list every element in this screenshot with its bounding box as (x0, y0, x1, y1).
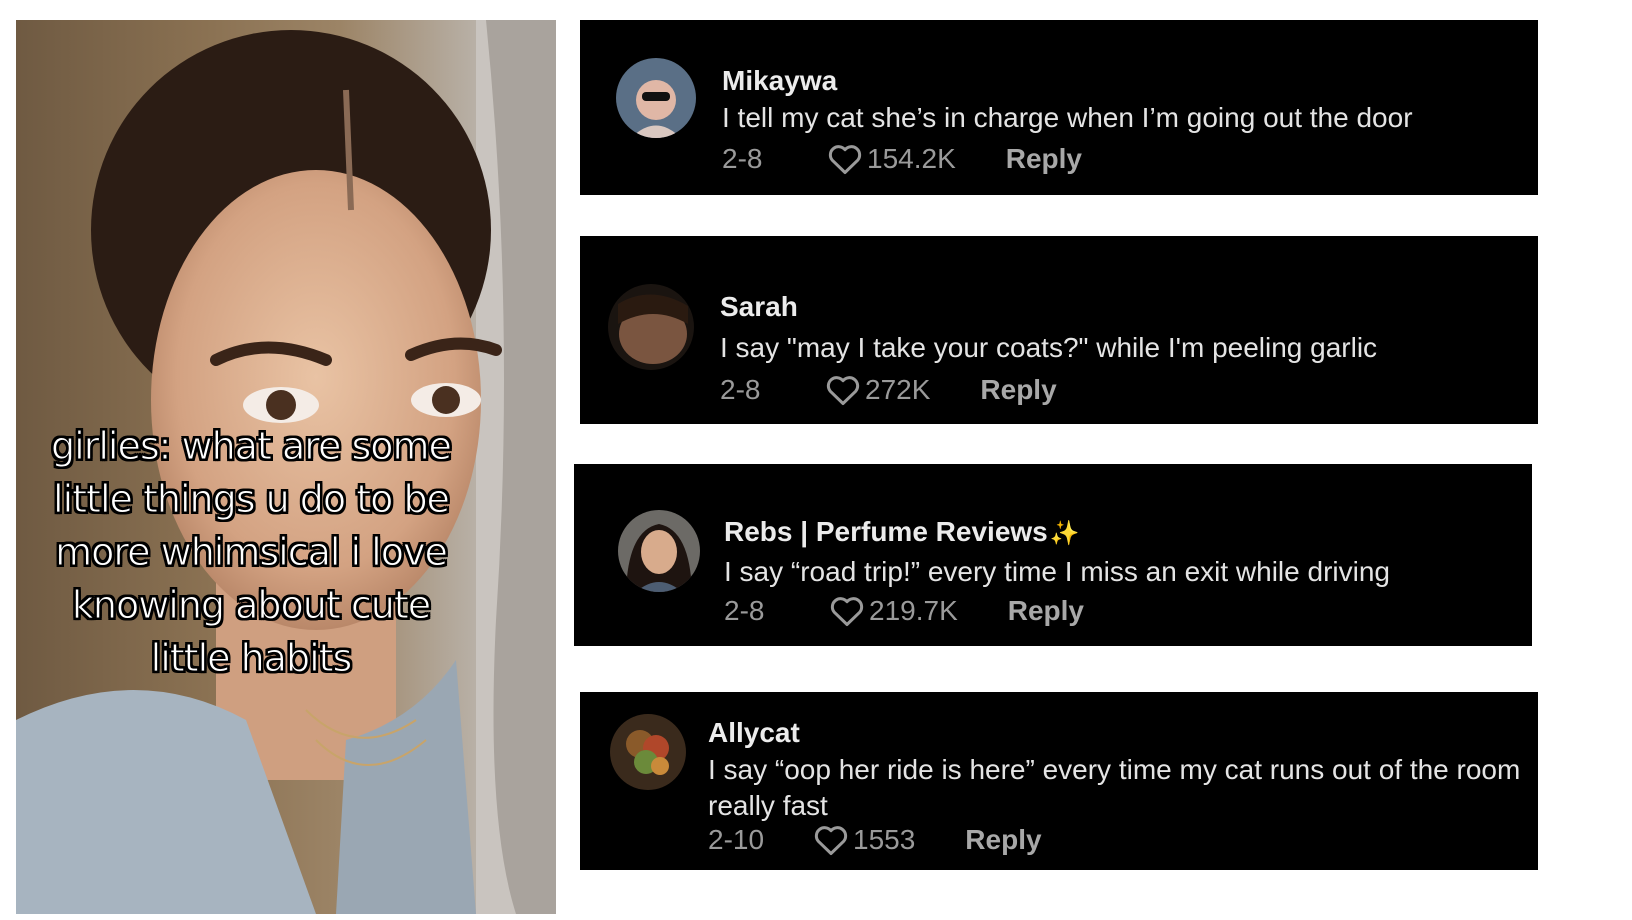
comment-meta: 2-8 154.2K Reply (722, 142, 1082, 176)
heart-outline-icon (827, 142, 863, 176)
like-count: 1553 (853, 824, 916, 855)
comment-date: 2-8 (722, 143, 763, 174)
comment-card: Mikaywa I tell my cat she’s in charge wh… (580, 20, 1538, 195)
comment-text: I say “oop her ride is here” every time … (708, 754, 1521, 821)
like-count: 154.2K (867, 143, 956, 174)
reply-button[interactable]: Reply (1008, 595, 1084, 627)
comment-meta: 2-10 1553 Reply (708, 823, 1042, 857)
comment-card: Sarah I say "may I take your coats?" whi… (580, 236, 1538, 424)
comment-username[interactable]: Allycat (708, 717, 800, 749)
reply-button[interactable]: Reply (980, 374, 1056, 406)
comment-text: I say "may I take your coats?" while I'm… (720, 332, 1378, 363)
avatar[interactable] (616, 58, 696, 138)
comment-username-row: Rebs | Perfume Reviews✨ (724, 516, 1080, 548)
comment-card: Rebs | Perfume Reviews✨ I say “road trip… (574, 464, 1532, 646)
comment-username[interactable]: Mikaywa (722, 65, 837, 97)
comment-username[interactable]: Rebs | Perfume Reviews (724, 516, 1048, 547)
heart-outline-icon (829, 594, 865, 628)
comment-username[interactable]: Sarah (720, 291, 798, 323)
sparkles-emoji-icon: ✨ (1049, 520, 1080, 547)
comment-card: Allycat I say “oop her ride is here” eve… (580, 692, 1538, 870)
comment-date: 2-8 (724, 595, 765, 626)
avatar[interactable] (610, 714, 686, 790)
like-button[interactable]: 272K (825, 373, 930, 407)
reply-button[interactable]: Reply (1006, 143, 1082, 175)
video-caption-overlay: girlies: what are some little things u d… (51, 424, 453, 681)
video-frame[interactable]: girlies: what are some little things u d… (16, 20, 556, 914)
like-button[interactable]: 1553 (813, 823, 915, 857)
like-count: 272K (865, 374, 931, 405)
comment-text: I tell my cat she’s in charge when I’m g… (722, 102, 1413, 133)
avatar[interactable] (608, 284, 694, 370)
avatar[interactable] (618, 510, 700, 592)
comment-date: 2-8 (720, 374, 761, 405)
like-button[interactable]: 219.7K (829, 594, 958, 628)
comment-meta: 2-8 219.7K Reply (724, 594, 1084, 628)
like-button[interactable]: 154.2K (827, 142, 956, 176)
comment-text: I say “road trip!” every time I miss an … (724, 556, 1390, 587)
comment-meta: 2-8 272K Reply (720, 373, 1057, 407)
like-count: 219.7K (869, 595, 958, 626)
comment-date: 2-10 (708, 824, 765, 855)
heart-outline-icon (825, 373, 861, 407)
reply-button[interactable]: Reply (965, 824, 1041, 856)
heart-outline-icon (813, 823, 849, 857)
